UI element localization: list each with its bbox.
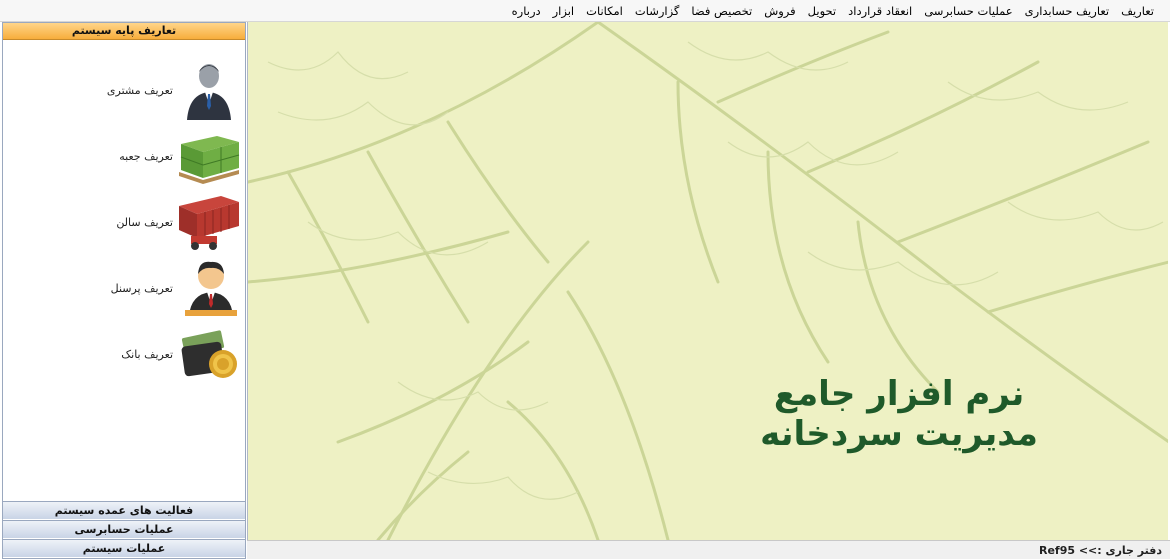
sidebar-item-box[interactable]: تعریف جعبه — [3, 124, 245, 188]
sidebar-item-label: تعریف جعبه — [119, 149, 173, 163]
leaf-background-illustration — [248, 22, 1168, 540]
sidebar-item-personnel[interactable]: تعریف پرسنل — [3, 256, 245, 320]
menu-space-allocation[interactable]: تخصیص فضا — [685, 0, 758, 22]
brand-line-2: مدیریت سردخانه — [760, 414, 1038, 454]
menu-audit-operations[interactable]: عملیات حسابرسی — [918, 0, 1018, 22]
customer-icon — [177, 59, 241, 121]
sidebar-item-label: تعریف پرسنل — [110, 281, 173, 295]
sidebar-item-label: تعریف بانک — [121, 347, 173, 361]
menu-sales[interactable]: فروش — [758, 0, 801, 22]
brand-line-1: نرم افزار جامع — [773, 374, 1025, 414]
brand-logo-text: نرم افزار جامع مدیریت سردخانه — [760, 374, 1038, 454]
menu-tools[interactable]: ابزار — [547, 0, 581, 22]
menu-bar: تعاریف تعاریف حسابداری عملیات حسابرسی ان… — [0, 0, 1170, 22]
menu-reports[interactable]: گزارشات — [629, 0, 686, 22]
sidebar-item-label: تعریف سالن — [116, 215, 173, 229]
sidebar-items: تعریف مشتری تعریف جعبه تعریف سالن تعریف … — [3, 40, 245, 500]
menu-definitions[interactable]: تعاریف — [1115, 0, 1160, 22]
menu-accounting-definitions[interactable]: تعاریف حسابداری — [1019, 0, 1115, 22]
sidebar-header[interactable]: تعاریف پایه سیستم — [3, 23, 245, 40]
menu-facilities[interactable]: امکانات — [580, 0, 629, 22]
status-bar: دفتر جاری :>> Ref95 — [247, 540, 1170, 559]
sidebar-item-label: تعریف مشتری — [106, 83, 173, 97]
menu-about[interactable]: درباره — [506, 0, 547, 22]
menu-contract[interactable]: انعقاد قرارداد — [842, 0, 918, 22]
box-pallet-icon — [177, 125, 241, 187]
main-area: نرم افزار جامع مدیریت سردخانه — [247, 22, 1168, 540]
system-operations-button[interactable]: عملیات سیستم — [3, 539, 245, 557]
container-forklift-icon — [177, 191, 241, 253]
sidebar-item-customer[interactable]: تعریف مشتری — [3, 58, 245, 122]
current-office-status: دفتر جاری :>> Ref95 — [1038, 543, 1162, 557]
sidebar-item-bank[interactable]: تعریف بانک — [3, 322, 245, 386]
menu-delivery[interactable]: تحویل — [802, 0, 842, 22]
major-activities-button[interactable]: فعالیت های عمده سیستم — [3, 501, 245, 519]
sidebar: تعاریف پایه سیستم تعریف مشتری تعریف جعبه… — [2, 22, 246, 559]
personnel-icon — [177, 257, 241, 319]
sidebar-item-hall[interactable]: تعریف سالن — [3, 190, 245, 254]
wallet-coin-icon — [177, 323, 241, 385]
audit-operations-button[interactable]: عملیات حسابرسی — [3, 520, 245, 538]
